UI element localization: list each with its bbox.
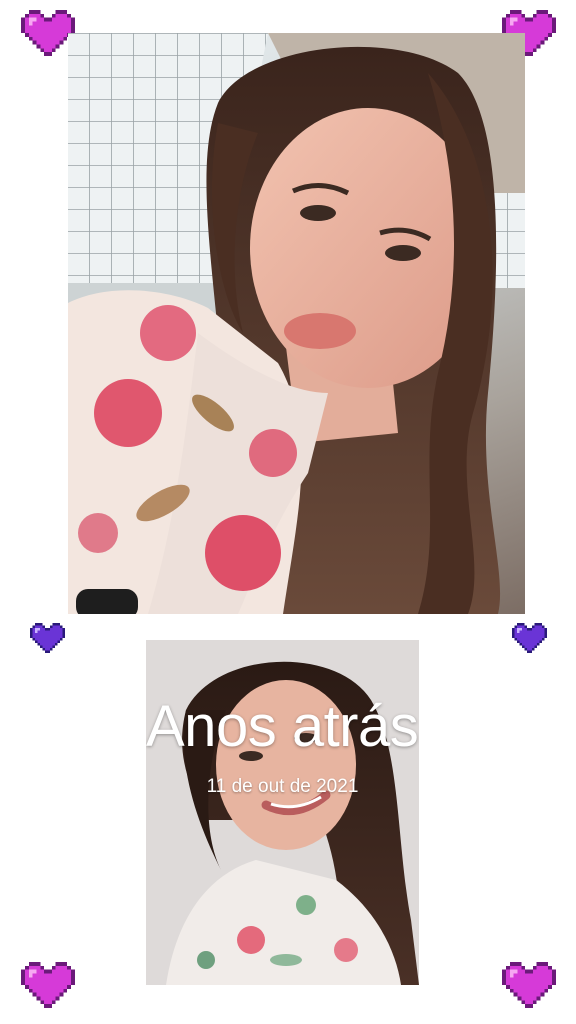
story-title: Anos atrás — [146, 694, 419, 759]
story-canvas: Anos atrás 11 de out de 2021 — [0, 0, 576, 1024]
pixel-heart-bottom-right-icon — [501, 962, 557, 1008]
current-photo — [68, 33, 525, 614]
story-date: 11 de out de 2021 — [206, 776, 359, 797]
pixel-heart-mid-right-icon — [512, 623, 547, 653]
pixel-heart-mid-left-icon — [30, 623, 65, 653]
pixel-heart-bottom-left-icon — [20, 962, 76, 1008]
